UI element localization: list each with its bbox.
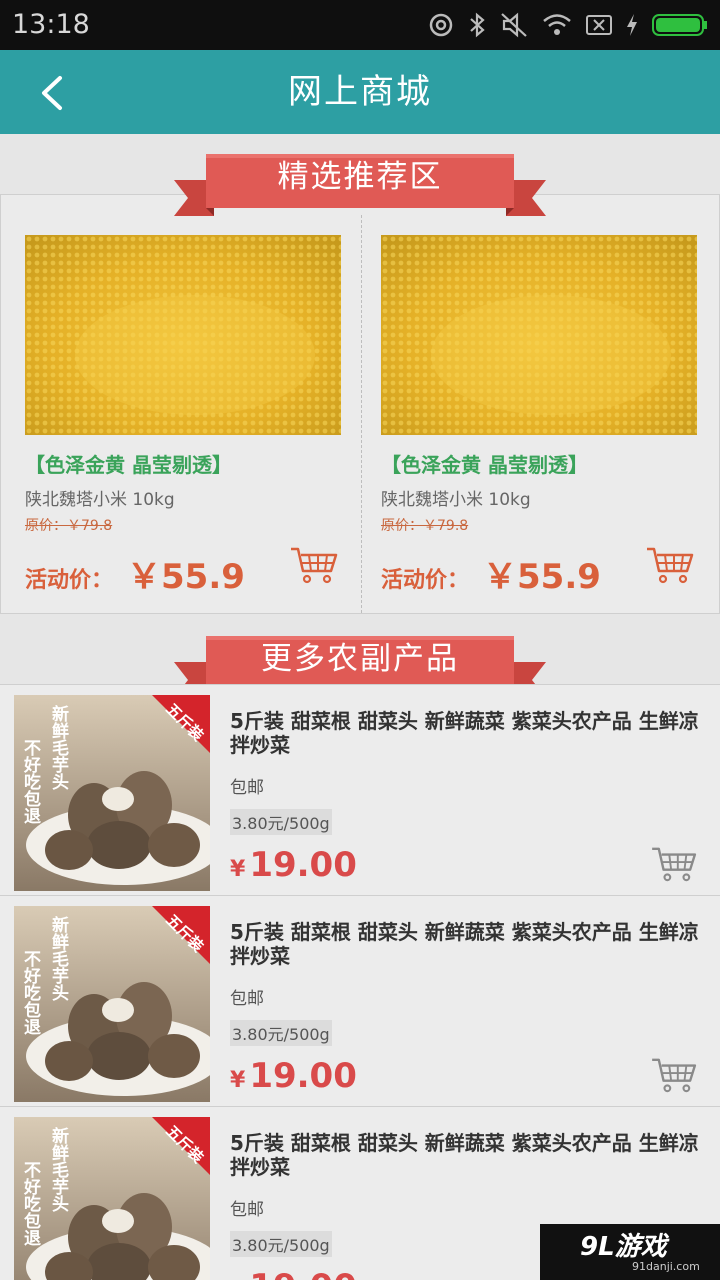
app-bar: 网上商城 bbox=[0, 50, 720, 134]
add-to-cart-button[interactable] bbox=[650, 1056, 698, 1094]
unit-price: 3.80元/500g bbox=[230, 1231, 332, 1257]
watermark-logo: 9L游戏 bbox=[580, 1232, 667, 1262]
featured-product-card[interactable]: 【色泽金黄 晶莹剔透】 陕北魏塔小米 10kg 原价：￥79.8 活动价： ￥5… bbox=[25, 235, 341, 605]
wifi-icon bbox=[543, 14, 571, 35]
add-to-cart-button[interactable] bbox=[645, 545, 695, 585]
unit-price: 3.80元/500g bbox=[230, 1020, 332, 1046]
featured-section: 【色泽金黄 晶莹剔透】 陕北魏塔小米 10kg 原价：￥79.8 活动价： ￥5… bbox=[0, 194, 720, 614]
add-to-cart-button[interactable] bbox=[289, 545, 339, 585]
featured-product-card[interactable]: 【色泽金黄 晶莹剔透】 陕北魏塔小米 10kg 原价：￥79.8 活动价： ￥5… bbox=[381, 235, 697, 605]
list-item[interactable]: 五斤装 新鲜毛芋头 不好吃包退 5斤装 甜菜根 甜菜头 新鲜蔬菜 紫菜头农产品 … bbox=[0, 895, 720, 1106]
featured-section-title: 精选推荐区 bbox=[277, 159, 443, 195]
product-tagline: 【色泽金黄 晶莹剔透】 bbox=[381, 453, 588, 477]
sale-price: ￥55.9 bbox=[483, 557, 601, 597]
cart-icon bbox=[652, 847, 697, 882]
millet-product-image[interactable] bbox=[25, 235, 341, 435]
millet-product-image[interactable] bbox=[381, 235, 697, 435]
product-price: ¥19.00 bbox=[230, 1056, 357, 1096]
shipping-label: 包邮 bbox=[230, 1200, 264, 1220]
content-area: 【色泽金黄 晶莹剔透】 陕北魏塔小米 10kg 原价：￥79.8 活动价： ￥5… bbox=[0, 134, 720, 1280]
watermark-url: 91danji.com bbox=[632, 1260, 700, 1273]
page-title: 网上商城 bbox=[288, 72, 432, 112]
more-section-title: 更多农副产品 bbox=[261, 641, 459, 677]
product-title: 5斤装 甜菜根 甜菜头 新鲜蔬菜 紫菜头农产品 生鲜凉拌炒菜 bbox=[230, 1131, 699, 1179]
charging-icon bbox=[627, 14, 637, 36]
mute-icon bbox=[501, 12, 527, 38]
currency-symbol: ¥ bbox=[230, 1068, 246, 1093]
shipping-label: 包邮 bbox=[230, 778, 264, 798]
currency-symbol: ¥ bbox=[230, 857, 246, 882]
status-bar: 13:18 bbox=[0, 0, 720, 50]
shipping-label: 包邮 bbox=[230, 989, 264, 1009]
cart-icon bbox=[291, 547, 338, 584]
price-value: 19.00 bbox=[249, 1267, 357, 1280]
cart-icon bbox=[652, 1058, 697, 1093]
image-caption-2: 不好吃包退 bbox=[20, 1161, 42, 1246]
original-price: 原价：￥79.8 bbox=[381, 518, 469, 534]
bluetooth-icon bbox=[470, 12, 485, 38]
price-value: 19.00 bbox=[249, 1056, 357, 1096]
product-price: ¥19.00 bbox=[230, 1267, 357, 1280]
featured-section-banner: 精选推荐区 bbox=[174, 152, 546, 216]
original-price: 原价：￥79.8 bbox=[25, 518, 113, 534]
product-tagline: 【色泽金黄 晶莹剔透】 bbox=[25, 453, 232, 477]
unit-price: 3.80元/500g bbox=[230, 809, 332, 835]
status-icons bbox=[428, 12, 708, 38]
taro-product-image[interactable]: 五斤装 新鲜毛芋头 不好吃包退 bbox=[14, 1117, 210, 1280]
site-watermark: 9L游戏 91danji.com bbox=[540, 1224, 720, 1280]
featured-divider bbox=[361, 215, 362, 613]
no-sim-icon bbox=[586, 15, 612, 35]
cart-icon bbox=[647, 547, 694, 584]
product-title: 5斤装 甜菜根 甜菜头 新鲜蔬菜 紫菜头农产品 生鲜凉拌炒菜 bbox=[230, 920, 699, 968]
image-caption-2: 不好吃包退 bbox=[20, 950, 42, 1035]
sync-icon bbox=[429, 13, 453, 37]
product-title: 5斤装 甜菜根 甜菜头 新鲜蔬菜 紫菜头农产品 生鲜凉拌炒菜 bbox=[230, 709, 699, 757]
image-caption-2: 不好吃包退 bbox=[20, 739, 42, 824]
status-time: 13:18 bbox=[12, 9, 90, 40]
product-name: 陕北魏塔小米 10kg bbox=[381, 490, 531, 510]
sale-price: ￥55.9 bbox=[127, 557, 245, 597]
image-caption-1: 新鲜毛芋头 bbox=[48, 915, 69, 1002]
image-caption-1: 新鲜毛芋头 bbox=[48, 704, 69, 791]
price-label: 活动价： bbox=[25, 568, 114, 593]
taro-product-image[interactable]: 五斤装 新鲜毛芋头 不好吃包退 bbox=[14, 906, 210, 1102]
taro-product-image[interactable]: 五斤装 新鲜毛芋头 不好吃包退 bbox=[14, 695, 210, 891]
battery-icon bbox=[652, 14, 707, 36]
product-name: 陕北魏塔小米 10kg bbox=[25, 490, 175, 510]
back-arrow-icon bbox=[42, 76, 62, 110]
image-caption-1: 新鲜毛芋头 bbox=[48, 1126, 69, 1213]
product-price: ¥19.00 bbox=[230, 845, 357, 885]
price-value: 19.00 bbox=[249, 845, 357, 885]
back-button[interactable] bbox=[24, 62, 84, 122]
price-label: 活动价： bbox=[381, 568, 470, 593]
add-to-cart-button[interactable] bbox=[650, 845, 698, 883]
list-item[interactable]: 五斤装 新鲜毛芋头 不好吃包退 5斤装 甜菜根 甜菜头 新鲜蔬菜 紫菜头农产品 … bbox=[0, 684, 720, 895]
